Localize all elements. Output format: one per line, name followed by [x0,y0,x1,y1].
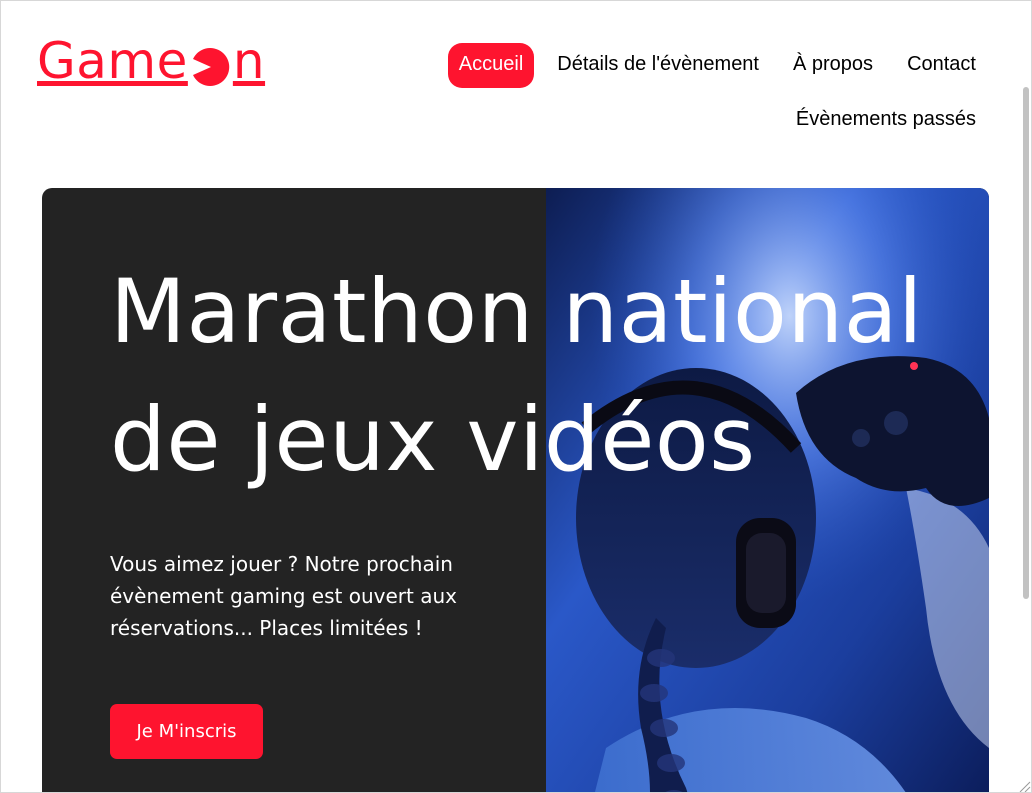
nav-item-details[interactable]: Détails de l'évènement [546,43,770,88]
logo-text-start: Game [37,32,188,90]
register-button[interactable]: Je M'inscris [110,704,263,759]
nav-item-evenements-passes[interactable]: Évènements passés [785,98,987,143]
resize-handle-icon[interactable] [1017,778,1031,792]
hero-section: Marathon national de jeux vidéos Vous ai… [42,188,989,792]
hero-subtitle: Vous aimez jouer ? Notre prochain évènem… [110,552,457,640]
logo-text-end: n [232,32,266,90]
vertical-scrollbar[interactable] [1023,87,1029,599]
browser-viewport: Game n Accueil Détails de l'évènement À p… [0,0,1032,793]
nav-item-contact[interactable]: Contact [896,43,987,88]
pacman-icon [191,40,231,86]
nav-item-accueil[interactable]: Accueil [447,43,535,88]
hero-title: Marathon national de jeux vidéos [110,260,923,491]
gameon-logo[interactable]: Game n [37,31,265,91]
main-nav: Accueil Détails de l'évènement À propos … [427,43,987,143]
nav-item-a-propos[interactable]: À propos [782,43,884,88]
